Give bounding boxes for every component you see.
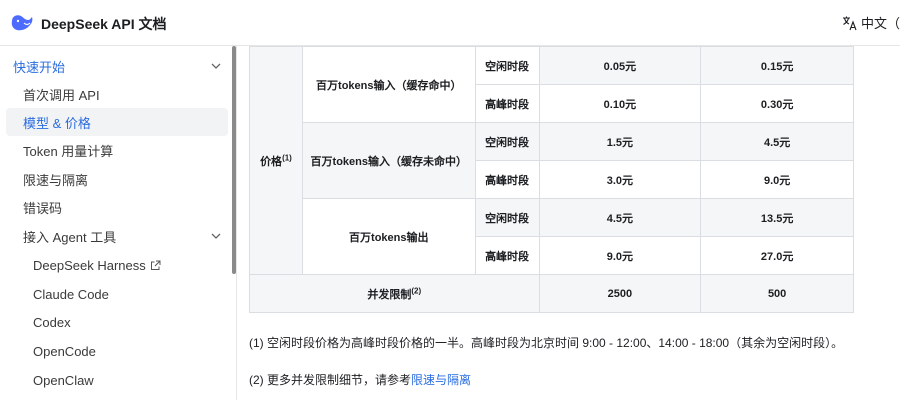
period-cell: 空闲时段	[474, 46, 540, 85]
period-cell: 高峰时段	[474, 160, 540, 199]
period-cell: 高峰时段	[474, 236, 540, 275]
language-label: 中文（中	[861, 16, 900, 31]
pricing-table-container: 价格(1) 百万tokens输入（缓存命中） 空闲时段 0.05元 0.15元 …	[249, 46, 854, 313]
table-row: 百万tokens输出 空闲时段 4.5元 13.5元	[250, 198, 854, 275]
table-row: 百万tokens输入（缓存未命中） 空闲时段 1.5元 4.5元	[250, 122, 854, 199]
external-link-icon	[150, 260, 161, 270]
period-cell: 高峰时段	[474, 84, 540, 123]
footnote-2: (2) 更多并发限制细节，请参考限速与隔离	[249, 373, 472, 387]
sidebar-item-token-usage[interactable]: Token 用量计算	[6, 136, 228, 164]
footnote-1: (1) 空闲时段价格为高峰时段价格的一半。高峰时段为北京时间 9:00 - 12…	[249, 336, 844, 350]
sidebar-item-opencode[interactable]: OpenCode	[6, 337, 228, 365]
price-cell: 13.5元	[700, 198, 854, 237]
row-name-cell: 百万tokens输入（缓存未命中）	[301, 122, 476, 199]
sidebar-item-quickstart[interactable]: 快速开始	[6, 52, 228, 80]
sidebar-item-claude-code[interactable]: Claude Code	[6, 280, 228, 308]
sidebar-scrollbar[interactable]	[232, 46, 236, 274]
chevron-down-icon[interactable]	[210, 230, 222, 242]
price-cell: 4.5元	[700, 122, 854, 161]
sidebar-item-error-codes[interactable]: 错误码	[6, 193, 228, 221]
price-cell: 0.05元	[538, 46, 702, 85]
translate-icon	[843, 16, 857, 30]
period-cell: 空闲时段	[474, 198, 540, 237]
chevron-down-icon[interactable]	[210, 60, 222, 72]
footnote-ref: (2)	[411, 285, 422, 295]
rate-limit-link[interactable]: 限速与隔离	[411, 373, 471, 387]
site-title[interactable]: DeepSeek API 文档	[41, 14, 167, 34]
whale-logo-icon[interactable]	[10, 12, 34, 34]
price-group-cell: 价格(1)	[249, 46, 303, 275]
table-row: 价格(1) 百万tokens输入（缓存命中） 空闲时段 0.05元 0.15元	[249, 46, 854, 275]
concurrency-cell: 2500	[538, 274, 702, 313]
price-cell: 9.0元	[700, 160, 854, 199]
price-cell: 0.30元	[700, 84, 854, 123]
price-cell: 9.0元	[538, 236, 702, 275]
sidebar-item-deepseek-harness[interactable]: DeepSeek Harness	[6, 251, 228, 279]
price-cell: 3.0元	[538, 160, 702, 199]
sidebar-item-codex[interactable]: Codex	[6, 308, 228, 336]
price-cell: 1.5元	[538, 122, 702, 161]
price-cell: 27.0元	[700, 236, 854, 275]
language-switcher[interactable]: 中文（中	[842, 13, 900, 32]
price-cell: 4.5元	[538, 198, 702, 237]
row-name-cell: 百万tokens输出	[301, 198, 476, 275]
sidebar-item-models-pricing[interactable]: 模型 & 价格	[6, 108, 228, 136]
table-row: 并发限制(2) 2500 500	[249, 274, 854, 313]
sidebar-item-agent-tools[interactable]: 接入 Agent 工具	[6, 222, 228, 250]
row-name-cell: 百万tokens输入（缓存命中）	[301, 46, 476, 123]
sidebar: 快速开始 首次调用 API 模型 & 价格 Token 用量计算 限速与隔离 错…	[0, 46, 237, 400]
concurrency-label-cell: 并发限制(2)	[249, 274, 540, 313]
sidebar-item-first-call[interactable]: 首次调用 API	[6, 80, 228, 108]
top-navbar: DeepSeek API 文档 中文（中	[0, 0, 900, 46]
footnote-ref: (1)	[282, 152, 292, 162]
pricing-table: 价格(1) 百万tokens输入（缓存命中） 空闲时段 0.05元 0.15元 …	[249, 46, 854, 313]
price-cell: 0.10元	[538, 84, 702, 123]
sidebar-item-openclaw[interactable]: OpenClaw	[6, 366, 228, 394]
concurrency-cell: 500	[700, 274, 854, 313]
sidebar-item-rate-limit[interactable]: 限速与隔离	[6, 165, 228, 193]
period-cell: 空闲时段	[474, 122, 540, 161]
price-cell: 0.15元	[700, 46, 854, 85]
